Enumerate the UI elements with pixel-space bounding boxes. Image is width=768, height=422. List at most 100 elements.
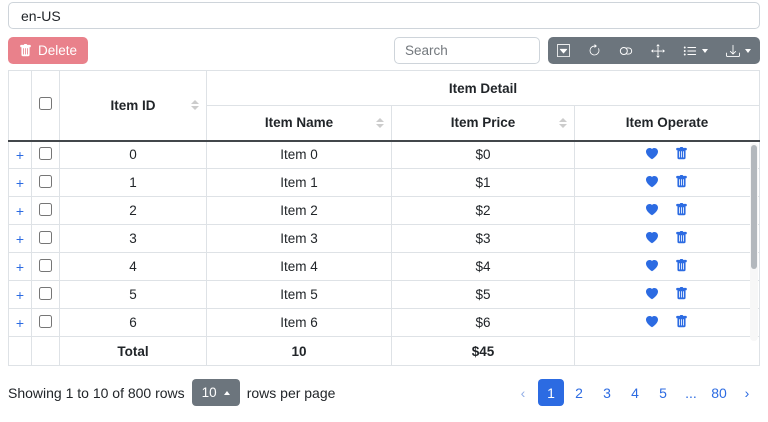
page-size-dropdown[interactable]: 10 xyxy=(192,379,240,406)
row-checkbox[interactable] xyxy=(39,287,52,300)
table-row: + 4 Item 4 $4 xyxy=(9,253,760,281)
trash-icon xyxy=(675,203,688,216)
remove-button[interactable] xyxy=(675,203,688,216)
row-checkbox[interactable] xyxy=(39,203,52,216)
row-price-cell: $3 xyxy=(392,225,575,253)
like-button[interactable] xyxy=(646,232,658,244)
row-checkbox[interactable] xyxy=(39,315,52,328)
expand-row-button[interactable]: + xyxy=(16,203,24,219)
total-count-cell: 10 xyxy=(207,337,392,366)
export-dropdown-button[interactable] xyxy=(717,37,760,64)
page-button-2[interactable]: 2 xyxy=(566,379,592,406)
like-button[interactable] xyxy=(646,204,658,216)
expand-cell: + xyxy=(9,253,32,281)
trash-icon xyxy=(19,44,32,57)
table-row: + 3 Item 3 $3 xyxy=(9,225,760,253)
page-button-80[interactable]: 80 xyxy=(706,379,732,406)
row-name-cell: Item 4 xyxy=(207,253,392,281)
page-next-button[interactable]: › xyxy=(734,379,760,406)
row-name-cell: Item 3 xyxy=(207,225,392,253)
row-operate-cell xyxy=(575,141,760,169)
fullscreen-button[interactable] xyxy=(642,37,674,64)
header-item-name[interactable]: Item Name xyxy=(207,106,392,141)
page-ellipsis[interactable]: ... xyxy=(678,379,704,406)
item-table: Item ID Item Detail Item Name Item Price xyxy=(8,70,760,366)
heart-icon xyxy=(646,204,658,216)
pagination-detail: Showing 1 to 10 of 800 rows 10 rows per … xyxy=(8,379,335,406)
row-id-cell: 1 xyxy=(60,169,207,197)
trash-icon xyxy=(675,315,688,328)
remove-button[interactable] xyxy=(675,315,688,328)
sort-icon xyxy=(559,118,567,128)
page-button-5[interactable]: 5 xyxy=(650,379,676,406)
refresh-button[interactable] xyxy=(579,37,610,64)
table-header: Item ID Item Detail Item Name Item Price xyxy=(9,71,760,141)
heart-icon xyxy=(646,232,658,244)
expand-cell: + xyxy=(9,281,32,309)
refresh-icon xyxy=(588,44,601,57)
page-button-4[interactable]: 4 xyxy=(622,379,648,406)
row-name-cell: Item 1 xyxy=(207,169,392,197)
like-button[interactable] xyxy=(646,260,658,272)
table-scrollbar[interactable] xyxy=(750,143,758,341)
row-checkbox[interactable] xyxy=(39,259,52,272)
page-button-3[interactable]: 3 xyxy=(594,379,620,406)
heart-icon xyxy=(646,148,658,160)
expand-row-button[interactable]: + xyxy=(16,259,24,275)
pagination: ‹12345...80› xyxy=(510,379,760,406)
remove-button[interactable] xyxy=(675,147,688,160)
pagination-info: Showing 1 to 10 of 800 rows xyxy=(8,385,185,401)
select-all-checkbox[interactable] xyxy=(39,97,52,110)
like-button[interactable] xyxy=(646,316,658,328)
delete-button[interactable]: Delete xyxy=(8,37,88,64)
remove-button[interactable] xyxy=(675,287,688,300)
like-button[interactable] xyxy=(646,148,658,160)
toolbar-right xyxy=(394,37,760,64)
heart-icon xyxy=(646,316,658,328)
search-input[interactable] xyxy=(394,37,540,64)
remove-button[interactable] xyxy=(675,175,688,188)
chevron-up-icon xyxy=(224,391,230,395)
expand-row-button[interactable]: + xyxy=(16,287,24,303)
expand-cell: + xyxy=(9,309,32,337)
expand-cell: + xyxy=(9,169,32,197)
heart-icon xyxy=(646,176,658,188)
toolbar-button-group xyxy=(548,37,760,64)
scrollbar-thumb[interactable] xyxy=(751,145,757,269)
caret-down-square-icon xyxy=(557,44,570,57)
fullscreen-arrows-icon xyxy=(651,44,665,58)
expand-row-button[interactable]: + xyxy=(16,315,24,331)
total-price-cell: $45 xyxy=(392,337,575,366)
heart-icon xyxy=(646,260,658,272)
export-download-icon xyxy=(726,44,740,58)
row-checkbox[interactable] xyxy=(39,231,52,244)
pagination-switch-button[interactable] xyxy=(548,37,579,64)
page-button-1[interactable]: 1 xyxy=(538,379,564,406)
table-row: + 1 Item 1 $1 xyxy=(9,169,760,197)
expand-row-button[interactable]: + xyxy=(16,175,24,191)
row-checkbox[interactable] xyxy=(39,147,52,160)
remove-button[interactable] xyxy=(675,259,688,272)
expand-row-button[interactable]: + xyxy=(16,147,24,163)
toolbar: Delete xyxy=(8,37,760,64)
header-item-id[interactable]: Item ID xyxy=(60,71,207,141)
row-name-cell: Item 6 xyxy=(207,309,392,337)
row-checkbox[interactable] xyxy=(39,175,52,188)
expand-row-button[interactable]: + xyxy=(16,231,24,247)
locale-input[interactable] xyxy=(8,2,760,29)
delete-button-label: Delete xyxy=(38,43,77,58)
toggle-view-button[interactable] xyxy=(610,37,642,64)
like-button[interactable] xyxy=(646,288,658,300)
remove-button[interactable] xyxy=(675,231,688,244)
like-button[interactable] xyxy=(646,176,658,188)
table-row: + 5 Item 5 $5 xyxy=(9,281,760,309)
rows-per-page-label: rows per page xyxy=(247,385,336,401)
row-price-cell: $1 xyxy=(392,169,575,197)
trash-icon xyxy=(675,231,688,244)
header-item-price[interactable]: Item Price xyxy=(392,106,575,141)
footer: Showing 1 to 10 of 800 rows 10 rows per … xyxy=(8,379,760,406)
checkbox-cell xyxy=(32,225,60,253)
columns-dropdown-button[interactable] xyxy=(674,37,717,64)
page-prev-button[interactable]: ‹ xyxy=(510,379,536,406)
header-select-all xyxy=(32,71,60,141)
